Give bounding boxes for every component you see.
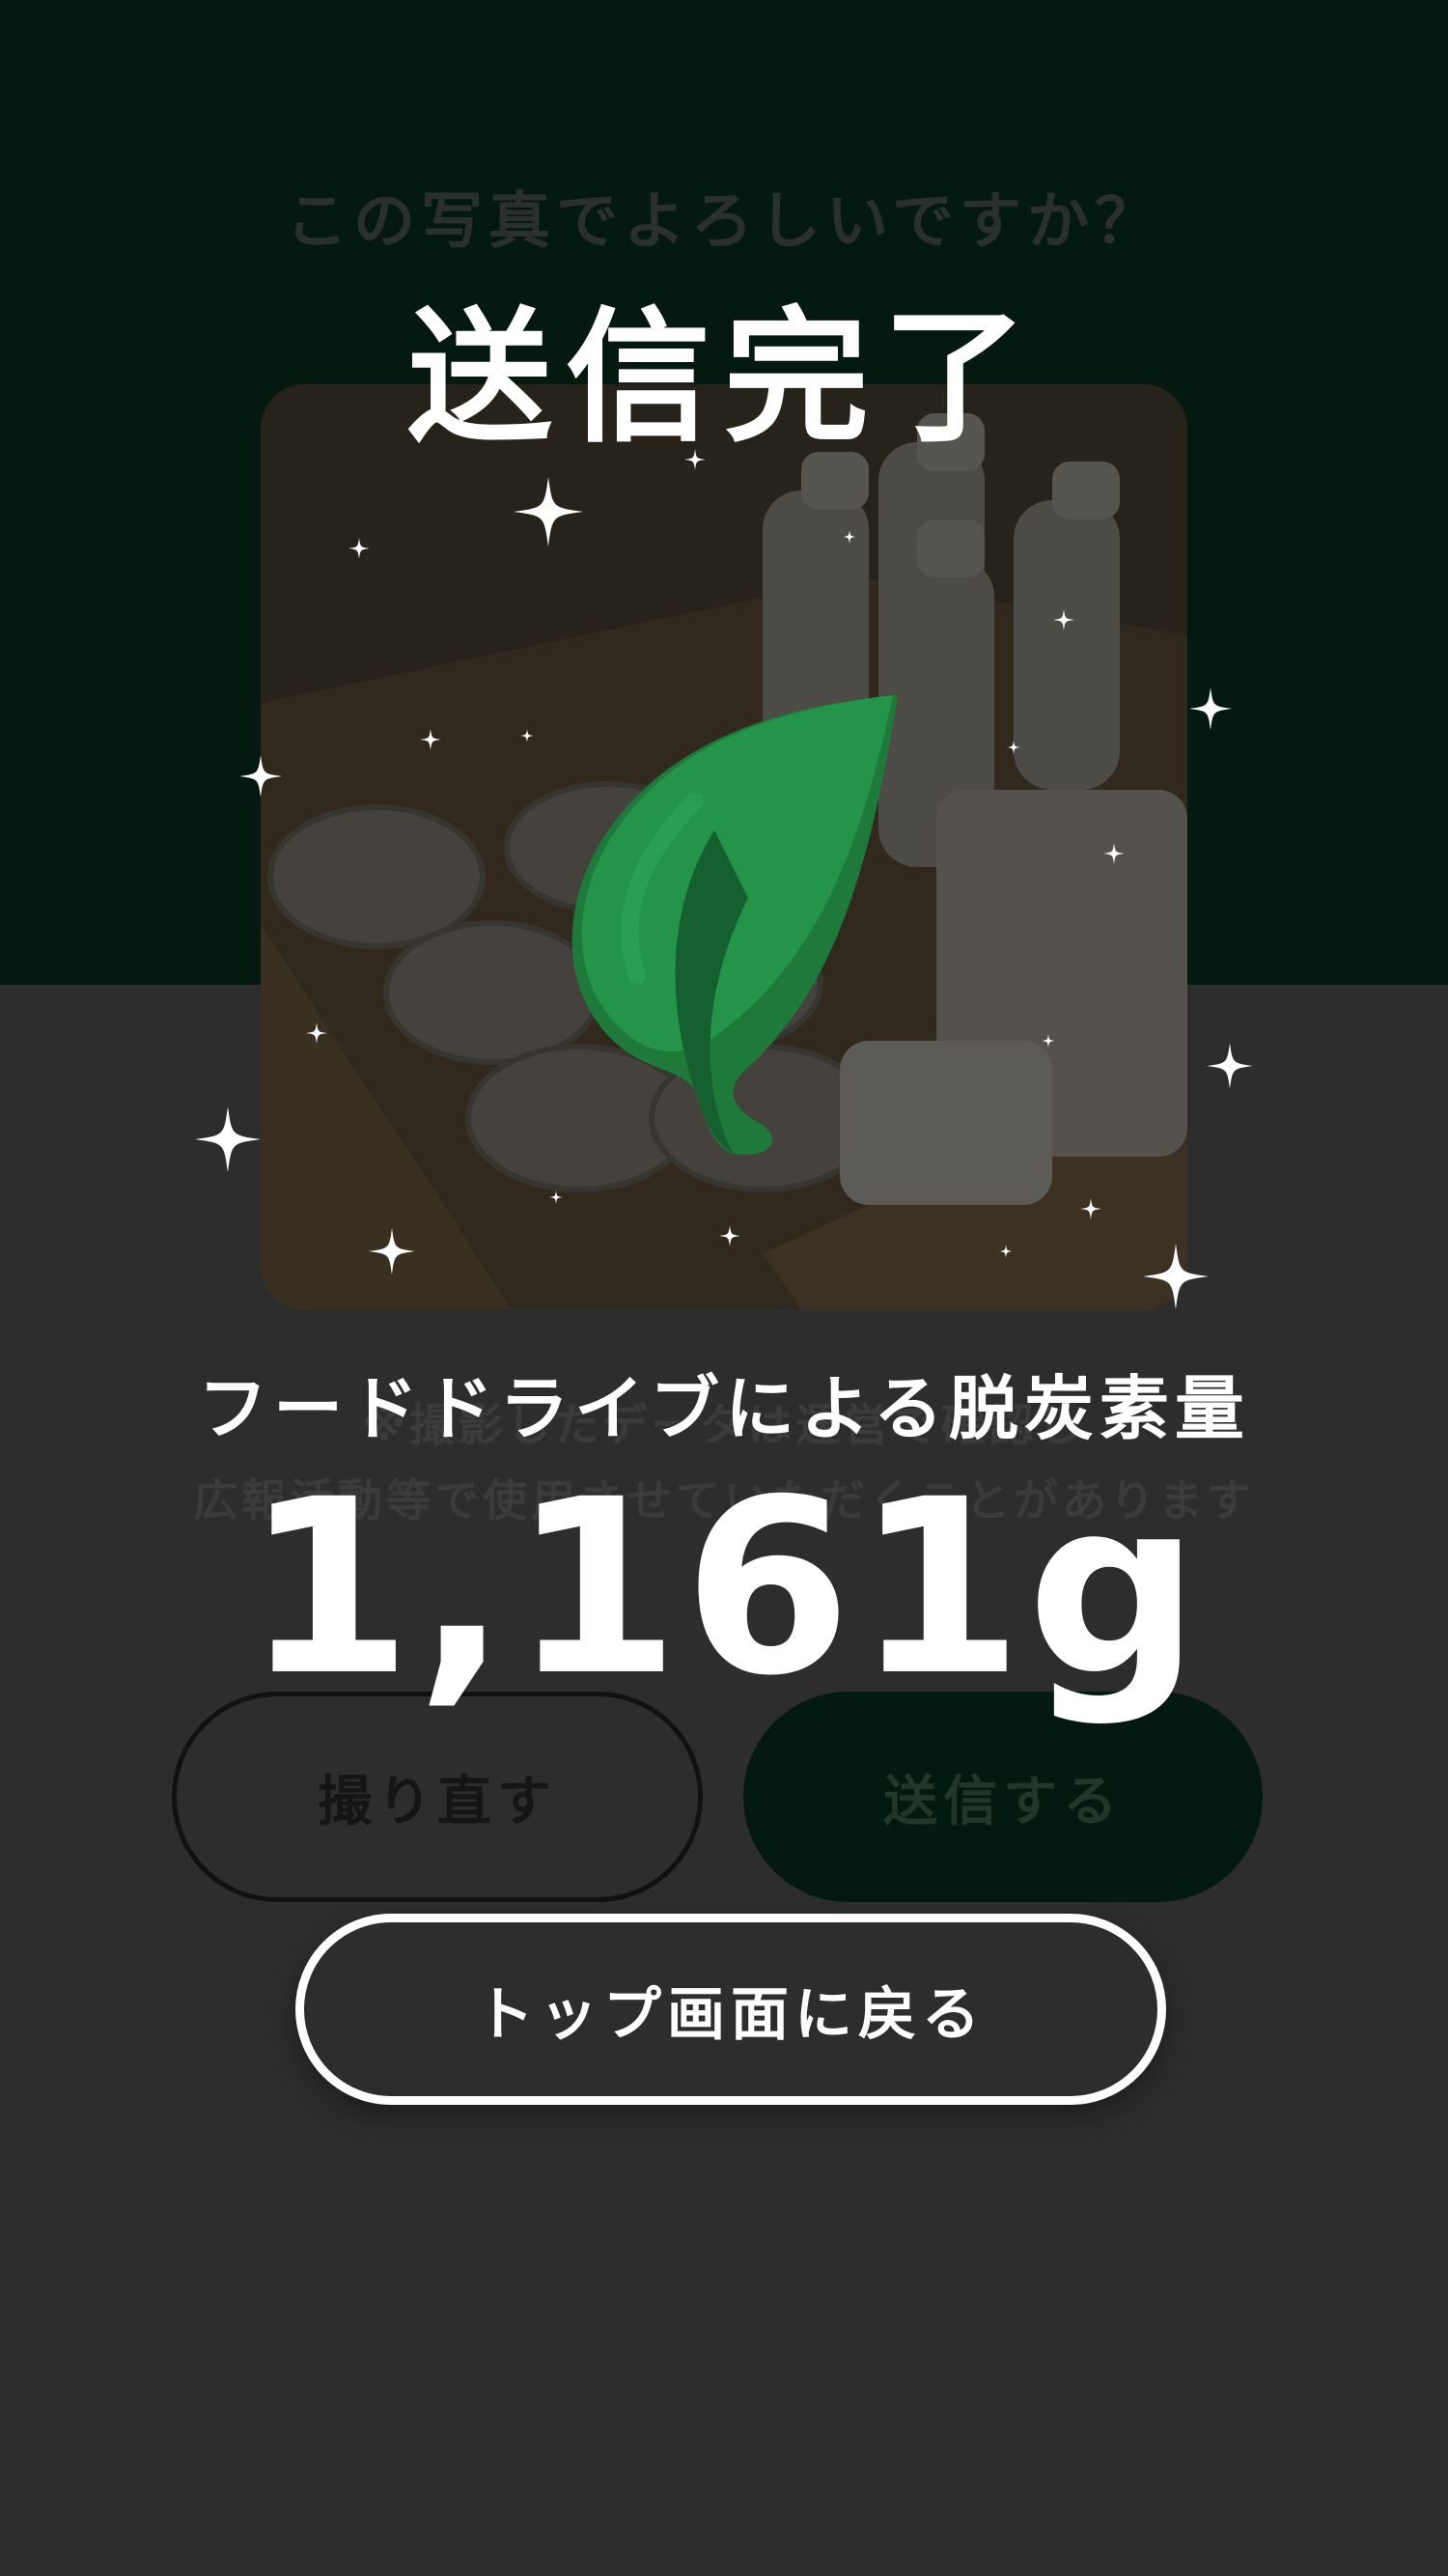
co2-reduction-value: 1,161g xyxy=(244,1447,1204,1728)
leaf-icon xyxy=(571,695,898,1155)
completion-title: 送信完了 xyxy=(406,294,1041,462)
back-to-top-button[interactable]: トップ画面に戻る xyxy=(295,1914,1166,2105)
co2-reduction-label: フードドライブによる脱炭素量 xyxy=(198,1368,1250,1449)
confirm-title: この写真でよろしいですか？ xyxy=(285,186,1163,258)
